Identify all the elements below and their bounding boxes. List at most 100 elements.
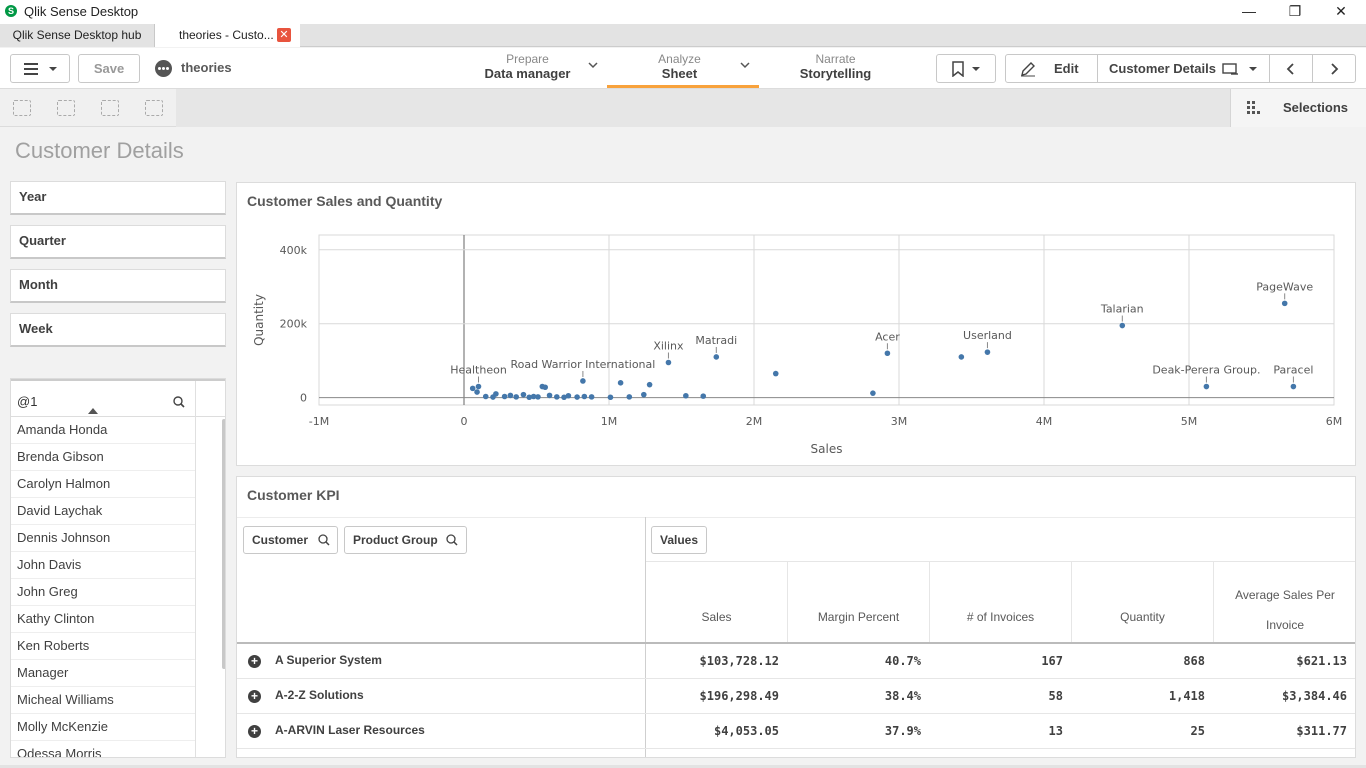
- cell-invoices: 167: [1041, 654, 1063, 668]
- column-header-sales[interactable]: Sales: [646, 562, 788, 642]
- restore-button[interactable]: ❐: [1272, 0, 1318, 24]
- scatter-point: [1281, 300, 1288, 307]
- list-item[interactable]: Carolyn Halmon: [11, 471, 195, 498]
- list-item[interactable]: Micheal Williams: [11, 687, 195, 714]
- x-tick-label: 0: [461, 415, 468, 428]
- scatter-point: [469, 385, 476, 392]
- listbox-scrollbar[interactable]: [222, 419, 225, 669]
- cell-avg-sales: $3,384.46: [1281, 689, 1347, 703]
- scatter-point: [700, 393, 707, 399]
- column-header-invoices[interactable]: # of Invoices: [930, 562, 1072, 642]
- nav-narrate-sub: Narrate: [815, 52, 856, 66]
- list-item[interactable]: Amanda Honda: [11, 417, 195, 444]
- list-item[interactable]: Dennis Johnson: [11, 525, 195, 552]
- values-button[interactable]: Values: [651, 526, 707, 554]
- column-header-margin[interactable]: Margin Percent: [788, 562, 930, 642]
- x-tick-label: 5M: [1181, 415, 1198, 428]
- expand-icon[interactable]: +: [248, 725, 261, 738]
- minimize-button[interactable]: —: [1226, 0, 1272, 24]
- filter-quarter[interactable]: Quarter: [10, 225, 226, 259]
- close-tab-icon[interactable]: ✕: [277, 28, 291, 42]
- nav-analyze[interactable]: Analyze Sheet: [622, 50, 737, 87]
- listbox-search-input[interactable]: @1: [17, 394, 37, 409]
- scatter-point: [482, 393, 489, 400]
- expand-icon[interactable]: +: [248, 690, 261, 703]
- x-tick-label: 6M: [1326, 415, 1343, 428]
- filter-year[interactable]: Year: [10, 181, 226, 215]
- cell-invoices: 13: [1048, 724, 1063, 738]
- previous-sheet-button[interactable]: [1269, 54, 1313, 83]
- selections-tool-button[interactable]: Selections: [1230, 89, 1366, 127]
- column-header-avg-sales[interactable]: Average Sales Per Invoice: [1214, 562, 1355, 642]
- column-header-quantity[interactable]: Quantity: [1072, 562, 1214, 642]
- smart-search-icon[interactable]: [13, 100, 31, 116]
- list-item[interactable]: Molly McKenzie: [11, 714, 195, 741]
- app-options-icon[interactable]: [155, 60, 172, 77]
- kpi-panel: Customer KPI Customer Product Group Valu…: [236, 476, 1356, 758]
- column-header-invoices-label: # of Invoices: [966, 610, 1035, 624]
- list-item[interactable]: John Greg: [11, 579, 195, 606]
- column-header-sales-label: Sales: [701, 610, 732, 624]
- x-tick-label: 1M: [601, 415, 618, 428]
- list-item[interactable]: Odessa Morris: [11, 741, 195, 757]
- tab-hub[interactable]: Qlik Sense Desktop hub: [0, 24, 155, 47]
- cell-quantity: 868: [1183, 654, 1205, 668]
- table-row[interactable]: + A Superior System $103,728.12 40.7% 16…: [237, 644, 1355, 679]
- clear-selections-icon[interactable]: [145, 100, 163, 116]
- hamburger-icon: [24, 63, 57, 75]
- scatter-point: [607, 394, 614, 401]
- column-header-margin-label: Margin Percent: [817, 610, 900, 624]
- nav-prepare[interactable]: Prepare Data manager: [470, 50, 585, 87]
- step-back-icon[interactable]: [57, 100, 75, 116]
- expand-icon[interactable]: +: [248, 655, 261, 668]
- edit-label: Edit: [1054, 61, 1079, 76]
- customer-dimension-button[interactable]: Customer: [243, 526, 338, 554]
- y-tick-label: 0: [300, 392, 307, 405]
- list-item[interactable]: Kathy Clinton: [11, 606, 195, 633]
- product-group-label: Product Group: [353, 533, 438, 547]
- filter-month[interactable]: Month: [10, 269, 226, 303]
- scatter-chart[interactable]: -1M 0 1M 2M 3M 4M 5M 6M0200k400kSalesQuantityHe…: [237, 183, 1355, 465]
- scatter-point: [870, 390, 876, 396]
- point-label: Healtheon: [450, 364, 507, 377]
- nav-narrate[interactable]: Narrate Storytelling: [778, 50, 893, 87]
- cell-margin: 38.4%: [884, 689, 921, 703]
- listbox-search[interactable]: @1: [11, 379, 225, 419]
- list-item[interactable]: Brenda Gibson: [11, 444, 195, 471]
- table-row[interactable]: + A-ARVIN Laser Resources $4,053.05 37.9…: [237, 714, 1355, 749]
- list-item[interactable]: John Davis: [11, 552, 195, 579]
- list-item[interactable]: Ken Roberts: [11, 633, 195, 660]
- edit-button[interactable]: Edit: [1005, 54, 1098, 83]
- app-name: theories: [181, 60, 232, 75]
- bookmarks-button[interactable]: [936, 54, 996, 83]
- scatter-point: [580, 378, 586, 384]
- filter-week[interactable]: Week: [10, 313, 226, 347]
- product-group-dimension-button[interactable]: Product Group: [344, 526, 467, 554]
- chevron-down-icon[interactable]: [739, 59, 751, 71]
- global-menu-button[interactable]: [10, 54, 70, 83]
- tab-theories[interactable]: theories - Custo... ✕: [155, 24, 300, 47]
- row-customer-name: A Superior System: [275, 653, 382, 667]
- scatter-point: [626, 394, 633, 400]
- next-sheet-button[interactable]: [1312, 54, 1356, 83]
- selections-bar: Selections: [0, 89, 1366, 127]
- chevron-down-icon[interactable]: [587, 59, 599, 71]
- sheet-selector-button[interactable]: Customer Details: [1097, 54, 1270, 83]
- point-label: Talarian: [1100, 303, 1144, 316]
- caret-up-icon: [88, 408, 98, 414]
- list-item[interactable]: Manager: [11, 660, 195, 687]
- point-label: Userland: [963, 329, 1012, 342]
- close-window-button[interactable]: ✕: [1318, 0, 1364, 24]
- list-item[interactable]: David Laychak: [11, 498, 195, 525]
- table-row[interactable]: + A-2-Z Solutions $196,298.49 38.4% 58 1…: [237, 679, 1355, 714]
- nav-prepare-sub: Prepare: [506, 52, 549, 66]
- search-icon[interactable]: [173, 396, 185, 408]
- scatter-point: [665, 359, 672, 366]
- nav-narrate-main: Storytelling: [799, 66, 872, 81]
- scatter-point: [565, 392, 572, 399]
- save-button[interactable]: Save: [78, 54, 140, 83]
- point-label: Acer: [875, 330, 900, 343]
- scatter-point: [513, 394, 519, 400]
- step-forward-icon[interactable]: [101, 100, 119, 116]
- x-tick-label: 2M: [746, 415, 763, 428]
